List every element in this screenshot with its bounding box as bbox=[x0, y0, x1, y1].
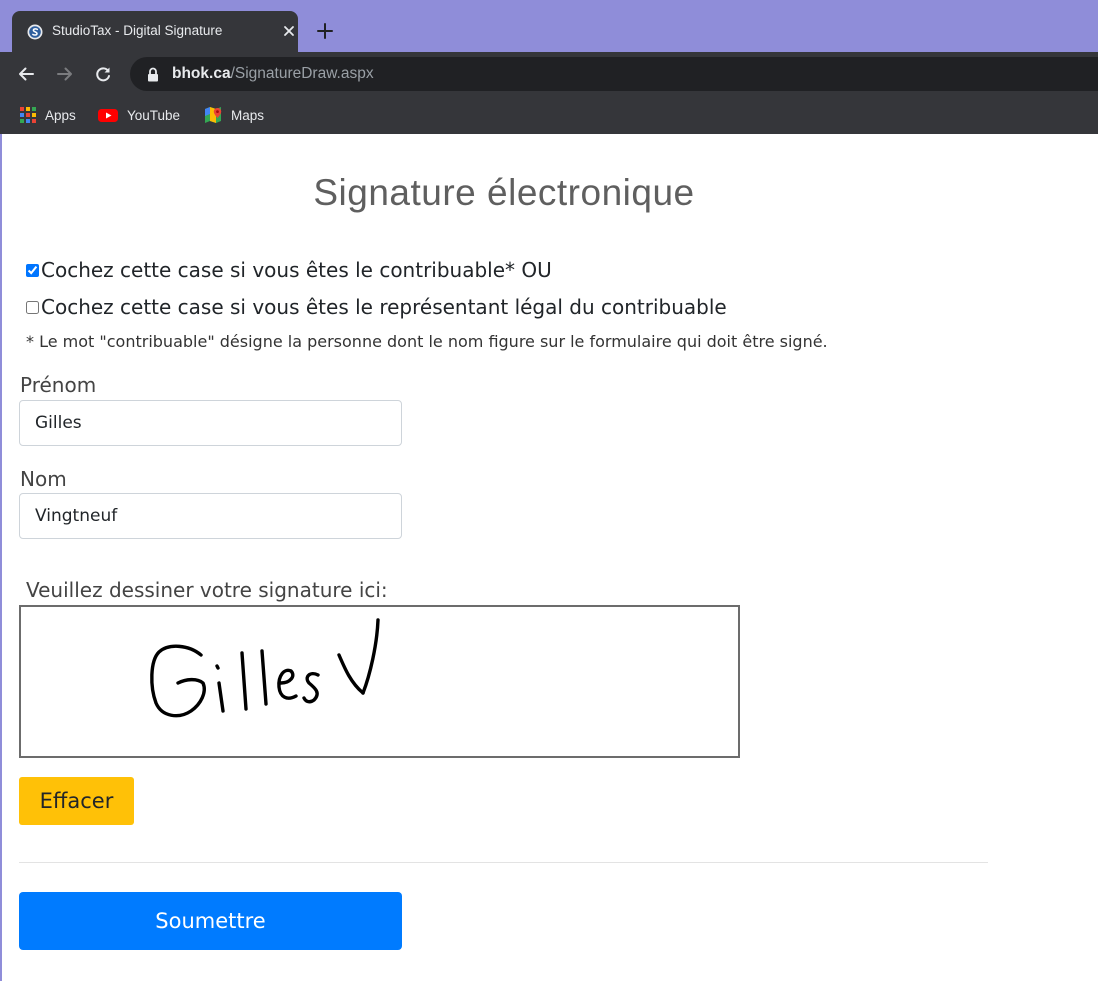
apps-grid-icon bbox=[20, 107, 36, 123]
lock-icon bbox=[148, 67, 158, 82]
divider bbox=[19, 862, 988, 863]
tab-strip: StudioTax - Digital Signature bbox=[0, 0, 1098, 52]
url-path: /SignatureDraw.aspx bbox=[230, 65, 374, 82]
new-tab-icon[interactable] bbox=[316, 22, 334, 40]
submit-button[interactable]: Soumettre bbox=[19, 892, 402, 950]
first-name-input[interactable] bbox=[19, 400, 402, 446]
browser-tab[interactable]: StudioTax - Digital Signature bbox=[12, 11, 298, 52]
reload-icon[interactable] bbox=[93, 64, 113, 84]
browser-toolbar: bhok.ca/SignatureDraw.aspx bbox=[0, 52, 1098, 96]
signature-label: Veuillez dessiner votre signature ici: bbox=[26, 578, 388, 602]
first-name-label: Prénom bbox=[20, 373, 97, 397]
youtube-icon bbox=[98, 109, 118, 122]
taxpayer-footnote: * Le mot "contribuable" désigne la perso… bbox=[26, 332, 828, 351]
page-title: Signature électronique bbox=[313, 172, 695, 213]
bookmark-label: Maps bbox=[231, 107, 265, 123]
taxpayer-checkbox-row[interactable]: Cochez cette case si vous êtes le contri… bbox=[26, 258, 552, 282]
back-arrow-icon[interactable] bbox=[16, 64, 36, 84]
window-edge bbox=[0, 134, 2, 981]
forward-arrow-icon[interactable] bbox=[55, 64, 75, 84]
bookmark-apps[interactable]: Apps bbox=[19, 105, 76, 125]
studiotax-favicon-icon bbox=[27, 24, 43, 40]
bookmark-youtube[interactable]: YouTube bbox=[97, 105, 180, 125]
legal-representative-checkbox[interactable] bbox=[26, 300, 39, 314]
last-name-label: Nom bbox=[20, 467, 67, 491]
signature-pad[interactable] bbox=[19, 605, 740, 758]
clear-button[interactable]: Effacer bbox=[19, 777, 134, 825]
address-bar[interactable]: bhok.ca/SignatureDraw.aspx bbox=[130, 57, 1098, 91]
url-host: bhok.ca bbox=[172, 65, 231, 82]
taxpayer-checkbox[interactable] bbox=[26, 263, 39, 277]
legal-representative-checkbox-label: Cochez cette case si vous êtes le représ… bbox=[41, 295, 727, 319]
legal-representative-checkbox-row[interactable]: Cochez cette case si vous êtes le représ… bbox=[26, 295, 727, 319]
maps-icon bbox=[205, 107, 222, 123]
bookmark-maps[interactable]: Maps bbox=[203, 105, 264, 125]
taxpayer-checkbox-label: Cochez cette case si vous êtes le contri… bbox=[41, 258, 552, 282]
tab-title: StudioTax - Digital Signature bbox=[52, 23, 223, 38]
last-name-input[interactable] bbox=[19, 493, 402, 539]
bookmark-label: Apps bbox=[45, 107, 76, 123]
bookmarks-bar: Apps YouTube Maps bbox=[0, 96, 1098, 134]
close-tab-icon[interactable] bbox=[280, 22, 298, 40]
bookmark-label: YouTube bbox=[127, 107, 181, 123]
signature-drawing bbox=[150, 618, 380, 718]
url-text: bhok.ca/SignatureDraw.aspx bbox=[172, 65, 374, 83]
